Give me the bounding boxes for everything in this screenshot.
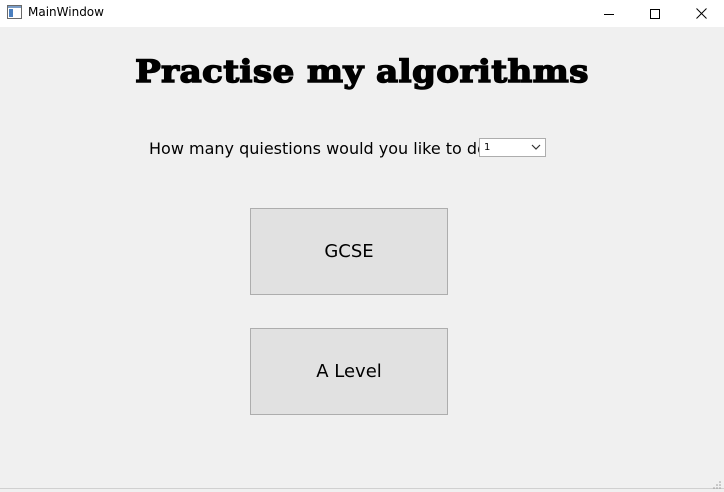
window-title: MainWindow	[28, 5, 104, 19]
resize-grip-icon[interactable]	[712, 480, 722, 490]
a-level-button-label: A Level	[316, 361, 382, 382]
question-count-value: 1	[484, 142, 491, 153]
gcse-button[interactable]: GCSE	[250, 208, 448, 295]
page-title: Practise my algorithms	[134, 53, 589, 91]
chevron-down-icon	[531, 144, 541, 150]
maximize-icon	[650, 8, 660, 19]
a-level-button[interactable]: A Level	[250, 328, 448, 415]
minimize-icon	[604, 13, 614, 15]
app-window-icon	[7, 5, 22, 19]
close-icon	[695, 8, 707, 19]
window-bottom-edge	[0, 488, 724, 489]
question-count-dropdown[interactable]: 1	[479, 138, 546, 157]
title-bar[interactable]: MainWindow	[0, 0, 724, 27]
maximize-button[interactable]	[632, 0, 678, 27]
close-button[interactable]	[678, 0, 724, 27]
question-count-label: How many quiestions would you like to do…	[149, 139, 496, 158]
gcse-button-label: GCSE	[324, 241, 374, 262]
minimize-button[interactable]	[586, 0, 632, 27]
